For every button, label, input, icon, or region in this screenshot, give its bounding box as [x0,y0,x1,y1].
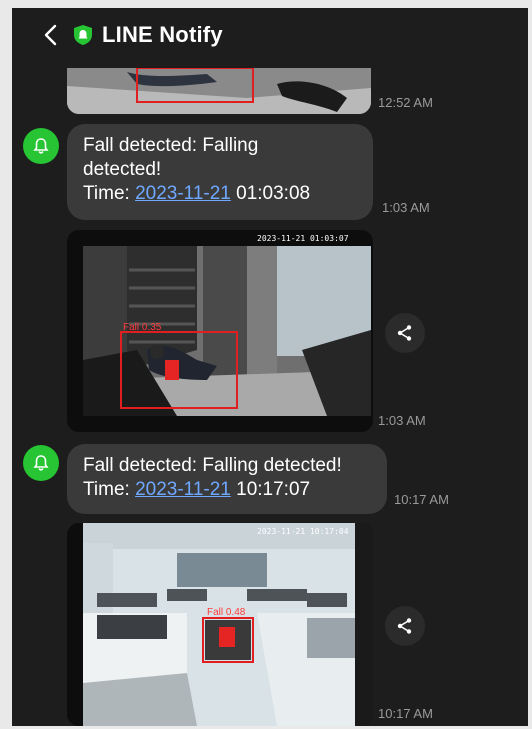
message-time: 1:03 AM [382,200,430,215]
detection-label: Fall 0.35 [123,322,162,333]
time-label: Time: [83,183,136,204]
chat-title: LINE Notify [102,22,223,47]
image-message[interactable]: 2023-11-21 01:03:07 Fall 0.35 [67,230,373,432]
date-link[interactable]: 2023-11-21 [135,479,231,500]
message-time: 12:52 AM [378,95,433,110]
bot-avatar[interactable] [23,445,59,481]
shield-bell-icon [74,25,92,45]
message-time: 10:17 AM [394,492,449,507]
message-time: 1:03 AM [378,413,426,428]
message-time-line: Time: 2023-11-21 01:03:08 [83,182,357,206]
top-bar: LINE Notify [12,8,528,62]
share-icon [397,325,412,341]
bell-icon [33,138,49,154]
message-line: Fall detected: Falling [83,135,259,156]
clock-text: 01:03:08 [230,183,311,204]
back-button[interactable] [32,15,68,55]
camera-timestamp: 2023-11-21 01:03:07 [257,234,349,243]
detection-label: Fall 0.48 [207,607,246,618]
image-message[interactable]: 2023-11-21 10:17:04 Fall 0.48 [67,523,373,726]
share-button[interactable] [385,606,425,646]
camera-snapshot [67,230,373,432]
message-line: Fall detected: Falling detected! [83,455,342,476]
message-bubble[interactable]: Fall detected: Falling detected! Time: 2… [67,444,387,514]
message-time-line: Time: 2023-11-21 10:17:07 [83,478,371,502]
chat-screen: LINE Notify 12:52 AM Fall detected: Fall… [12,8,528,726]
image-message[interactable] [67,68,371,114]
clock-text: 10:17:07 [230,479,311,500]
camera-timestamp: 2023-11-21 10:17:04 [257,527,349,536]
message-time: 10:17 AM [378,706,433,721]
share-icon [397,618,412,634]
time-label: Time: [83,479,136,500]
camera-snapshot [67,523,373,726]
message-bubble[interactable]: Fall detected: Falling detected! Time: 2… [67,124,373,220]
bell-icon [33,455,49,471]
share-button[interactable] [385,313,425,353]
date-link[interactable]: 2023-11-21 [135,183,231,204]
bot-avatar[interactable] [23,128,59,164]
message-line: detected! [83,159,162,180]
camera-snapshot [67,68,371,114]
chevron-left-icon [44,24,57,46]
